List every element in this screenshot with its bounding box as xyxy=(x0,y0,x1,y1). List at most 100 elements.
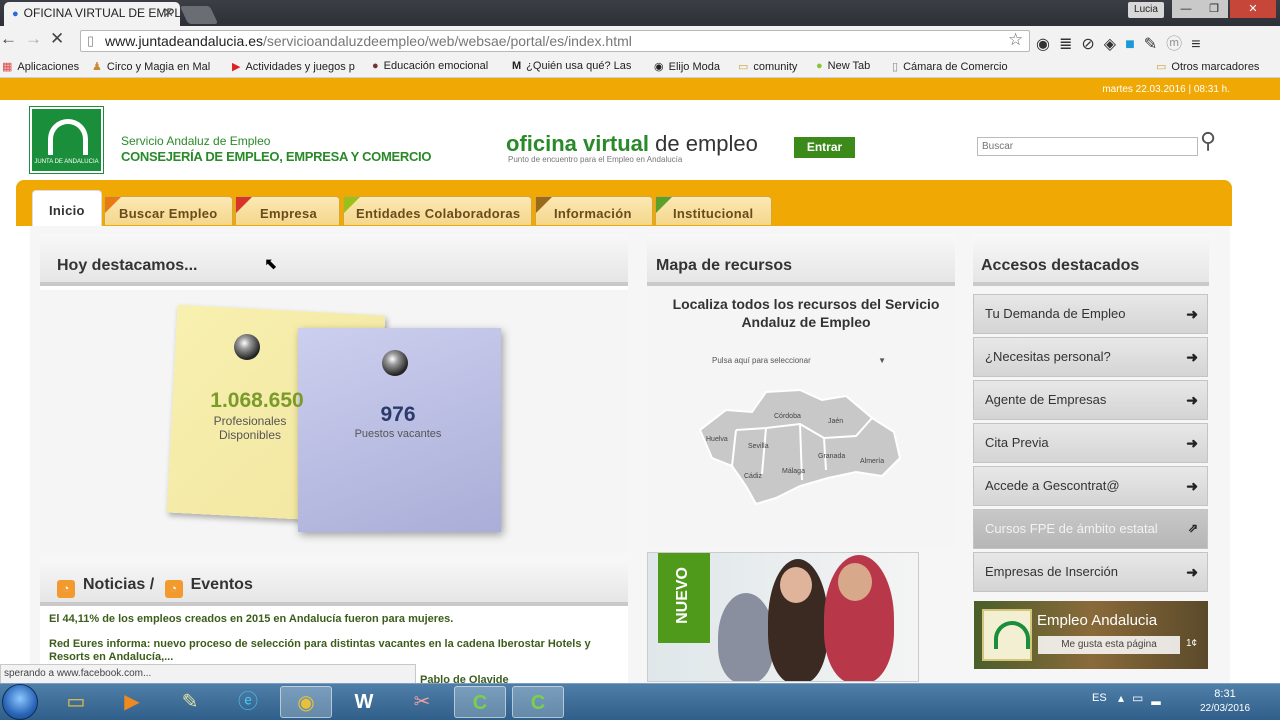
twitter-icon[interactable]: ■ xyxy=(1125,36,1144,53)
page-icon: ▯ xyxy=(87,33,95,48)
search-icon[interactable]: ⚲ xyxy=(1200,128,1216,154)
bookmark-star-icon[interactable]: ☆ xyxy=(1008,30,1023,50)
bookmark-circo[interactable]: ♟ Circo y Magia en Mal xyxy=(92,60,220,73)
tab-informacion[interactable]: Información xyxy=(535,196,653,225)
bookmark-quien[interactable]: M ¿Quién usa qué? Las xyxy=(512,60,644,72)
menu-icon[interactable]: ≡ xyxy=(1191,36,1209,53)
browser-tab[interactable]: ● OFICINA VIRTUAL DE EMPLE ✕ xyxy=(4,2,180,26)
mapa-heading: Localiza todos los recursos del Servicio… xyxy=(672,296,940,330)
url-path: /servicioandaluzdeempleo/web/websae/port… xyxy=(263,33,632,49)
tab-inicio[interactable]: Inicio xyxy=(32,190,102,226)
clock-date[interactable]: 22/03/2016 xyxy=(1200,703,1250,714)
bookmark-elijo[interactable]: ◉ Elijo Moda xyxy=(654,60,720,73)
date-bar: martes 22.03.2016 | 08:31 h. xyxy=(0,78,1280,100)
province-malaga: Málaga xyxy=(782,468,805,475)
layers-icon[interactable]: ≣ xyxy=(1059,36,1081,53)
acceso-personal[interactable]: ¿Necesitas personal? ➜ xyxy=(973,337,1208,377)
noticias-title[interactable]: Noticias / xyxy=(83,576,154,593)
close-window-button[interactable]: ✕ xyxy=(1230,0,1276,18)
acceso-demanda[interactable]: Tu Demanda de Empleo ➜ xyxy=(973,294,1208,334)
bookmark-apps[interactable]: ▦ Aplicaciones xyxy=(2,60,79,73)
shield-icon[interactable]: ◈ xyxy=(1104,36,1125,53)
maximize-button[interactable]: ❐ xyxy=(1200,0,1228,18)
province-almeria: Almería xyxy=(860,458,884,465)
arrow-right-icon: ➜ xyxy=(1186,392,1198,408)
tab-entidades[interactable]: Entidades Colaboradoras xyxy=(343,196,532,225)
accesos-panel: Accesos destacados xyxy=(973,234,1209,290)
rss-icon[interactable]: ◔ xyxy=(57,580,75,598)
province-sevilla: Sevilla xyxy=(748,443,769,450)
m-logo-icon: M xyxy=(512,60,522,72)
acceso-insercion[interactable]: Empresas de Inserción ➜ xyxy=(973,552,1208,592)
profile-button[interactable]: Lucia xyxy=(1128,2,1164,18)
news-item[interactable]: El 44,11% de los empleos creados en 2015… xyxy=(49,613,614,626)
news-item[interactable]: Red Eures informa: nuevo proceso de sele… xyxy=(49,638,614,664)
bookmark-newtab[interactable]: ● New Tab xyxy=(816,60,870,72)
tab-buscar-empleo[interactable]: Buscar Empleo xyxy=(104,196,233,225)
noticias-header: ◔ Noticias / ◔ Eventos xyxy=(40,558,628,606)
tray-arrow-icon[interactable]: ▴ xyxy=(1118,691,1132,705)
snipping-taskbar-icon[interactable]: ✂ xyxy=(396,686,448,718)
tab-empresa[interactable]: Empresa xyxy=(235,196,340,225)
stat-vacantes-label: Puestos vacantes xyxy=(354,428,442,440)
org-name: Servicio Andaluz de Empleo xyxy=(121,134,271,148)
andalucia-map[interactable]: Córdoba Jaén Huelva Sevilla Granada Alme… xyxy=(696,388,906,508)
ie-taskbar-icon[interactable]: ⓔ xyxy=(222,686,274,718)
rss-icon[interactable]: ◔ xyxy=(164,580,183,598)
facebook-page-title[interactable]: Empleo Andalucia xyxy=(1037,612,1157,629)
network-icon[interactable]: ▭ xyxy=(1132,691,1151,705)
acceso-gescontrata[interactable]: Accede a Gescontrat@ ➜ xyxy=(973,466,1208,506)
facebook-like-button[interactable]: Me gusta esta página xyxy=(1038,636,1180,654)
minimize-button[interactable]: — xyxy=(1172,0,1200,18)
camtasia-recorder-taskbar-icon[interactable]: C xyxy=(512,686,564,718)
close-tab-icon[interactable]: ✕ xyxy=(163,5,174,21)
clock-time[interactable]: 8:31 xyxy=(1200,688,1250,700)
bookmark-other[interactable]: ▭ Otros marcadores xyxy=(1156,60,1259,73)
search-input[interactable] xyxy=(977,137,1198,156)
media-player-taskbar-icon[interactable]: ▶ xyxy=(106,686,158,718)
signal-icon[interactable]: ▂ xyxy=(1151,691,1168,705)
forward-icon[interactable]: → xyxy=(25,29,50,48)
word-taskbar-icon[interactable]: W xyxy=(338,686,390,718)
avatar-icon[interactable]: ⓜ xyxy=(1166,36,1191,53)
stop-icon[interactable]: ✕ xyxy=(50,29,72,48)
eventos-title[interactable]: Eventos xyxy=(191,576,253,593)
compass-icon[interactable]: ⊘ xyxy=(1081,36,1103,53)
current-date: martes 22.03.2016 | 08:31 h. xyxy=(1102,84,1230,95)
extension-icon[interactable]: ◉ xyxy=(1036,36,1059,53)
province-cadiz: Cádiz xyxy=(744,473,762,480)
bookmark-educacion[interactable]: ● Educación emocional xyxy=(372,60,500,72)
start-button[interactable] xyxy=(2,684,38,720)
acceso-cita[interactable]: Cita Previa ➜ xyxy=(973,423,1208,463)
back-icon[interactable]: ← xyxy=(0,29,25,48)
chrome-taskbar-icon[interactable]: ◉ xyxy=(280,686,332,718)
acceso-agente[interactable]: Agente de Empresas ➜ xyxy=(973,380,1208,420)
ministry-name: CONSEJERÍA DE EMPLEO, EMPRESA Y COMERCIO xyxy=(121,149,432,164)
person-face xyxy=(838,563,872,601)
mapa-title: Mapa de recursos xyxy=(647,234,955,286)
tab-flag-icon xyxy=(656,197,672,213)
entrar-button[interactable]: Entrar xyxy=(794,137,855,158)
explorer-taskbar-icon[interactable]: ▭ xyxy=(50,686,102,718)
eyedropper-icon[interactable]: ✎ xyxy=(1144,36,1166,53)
bookmark-camara[interactable]: ▯ Cámara de Comercio xyxy=(892,60,1008,73)
nav-buttons: ←→✕ xyxy=(0,29,72,49)
bookmark-actividades[interactable]: ▶ Actividades y juegos p xyxy=(232,60,360,73)
bookmarks-bar: ▦ Aplicaciones ♟ Circo y Magia en Mal ▶ Act… xyxy=(0,56,1280,78)
nuevo-banner[interactable]: NUEVO xyxy=(647,552,919,682)
url-domain: www.juntadeandalucia.es xyxy=(105,33,263,49)
page-icon: ▯ xyxy=(892,61,899,73)
address-bar[interactable]: ▯ www.juntadeandalucia.es/servicioandaluz… xyxy=(80,30,1030,52)
youtube-icon: ▶ xyxy=(232,61,241,73)
tab-institucional[interactable]: Institucional xyxy=(655,196,772,225)
bookmark-comunity[interactable]: ▭ comunity xyxy=(738,60,797,73)
browser-tab-title: OFICINA VIRTUAL DE EMPLE xyxy=(23,6,180,20)
province-select[interactable]: Pulsa aquí para seleccionar ▼ xyxy=(712,356,888,370)
dvs-icon: ◉ xyxy=(654,61,664,73)
logo-arc-icon xyxy=(48,119,88,155)
camtasia-taskbar-icon[interactable]: C xyxy=(454,686,506,718)
junta-logo[interactable]: JUNTA DE ANDALUCIA xyxy=(29,106,104,174)
acceso-cursos-fpe[interactable]: Cursos FPE de ámbito estatal ⇗ xyxy=(973,509,1208,549)
paint-taskbar-icon[interactable]: ✎ xyxy=(164,686,216,718)
keyboard-language[interactable]: ES xyxy=(1092,692,1107,704)
